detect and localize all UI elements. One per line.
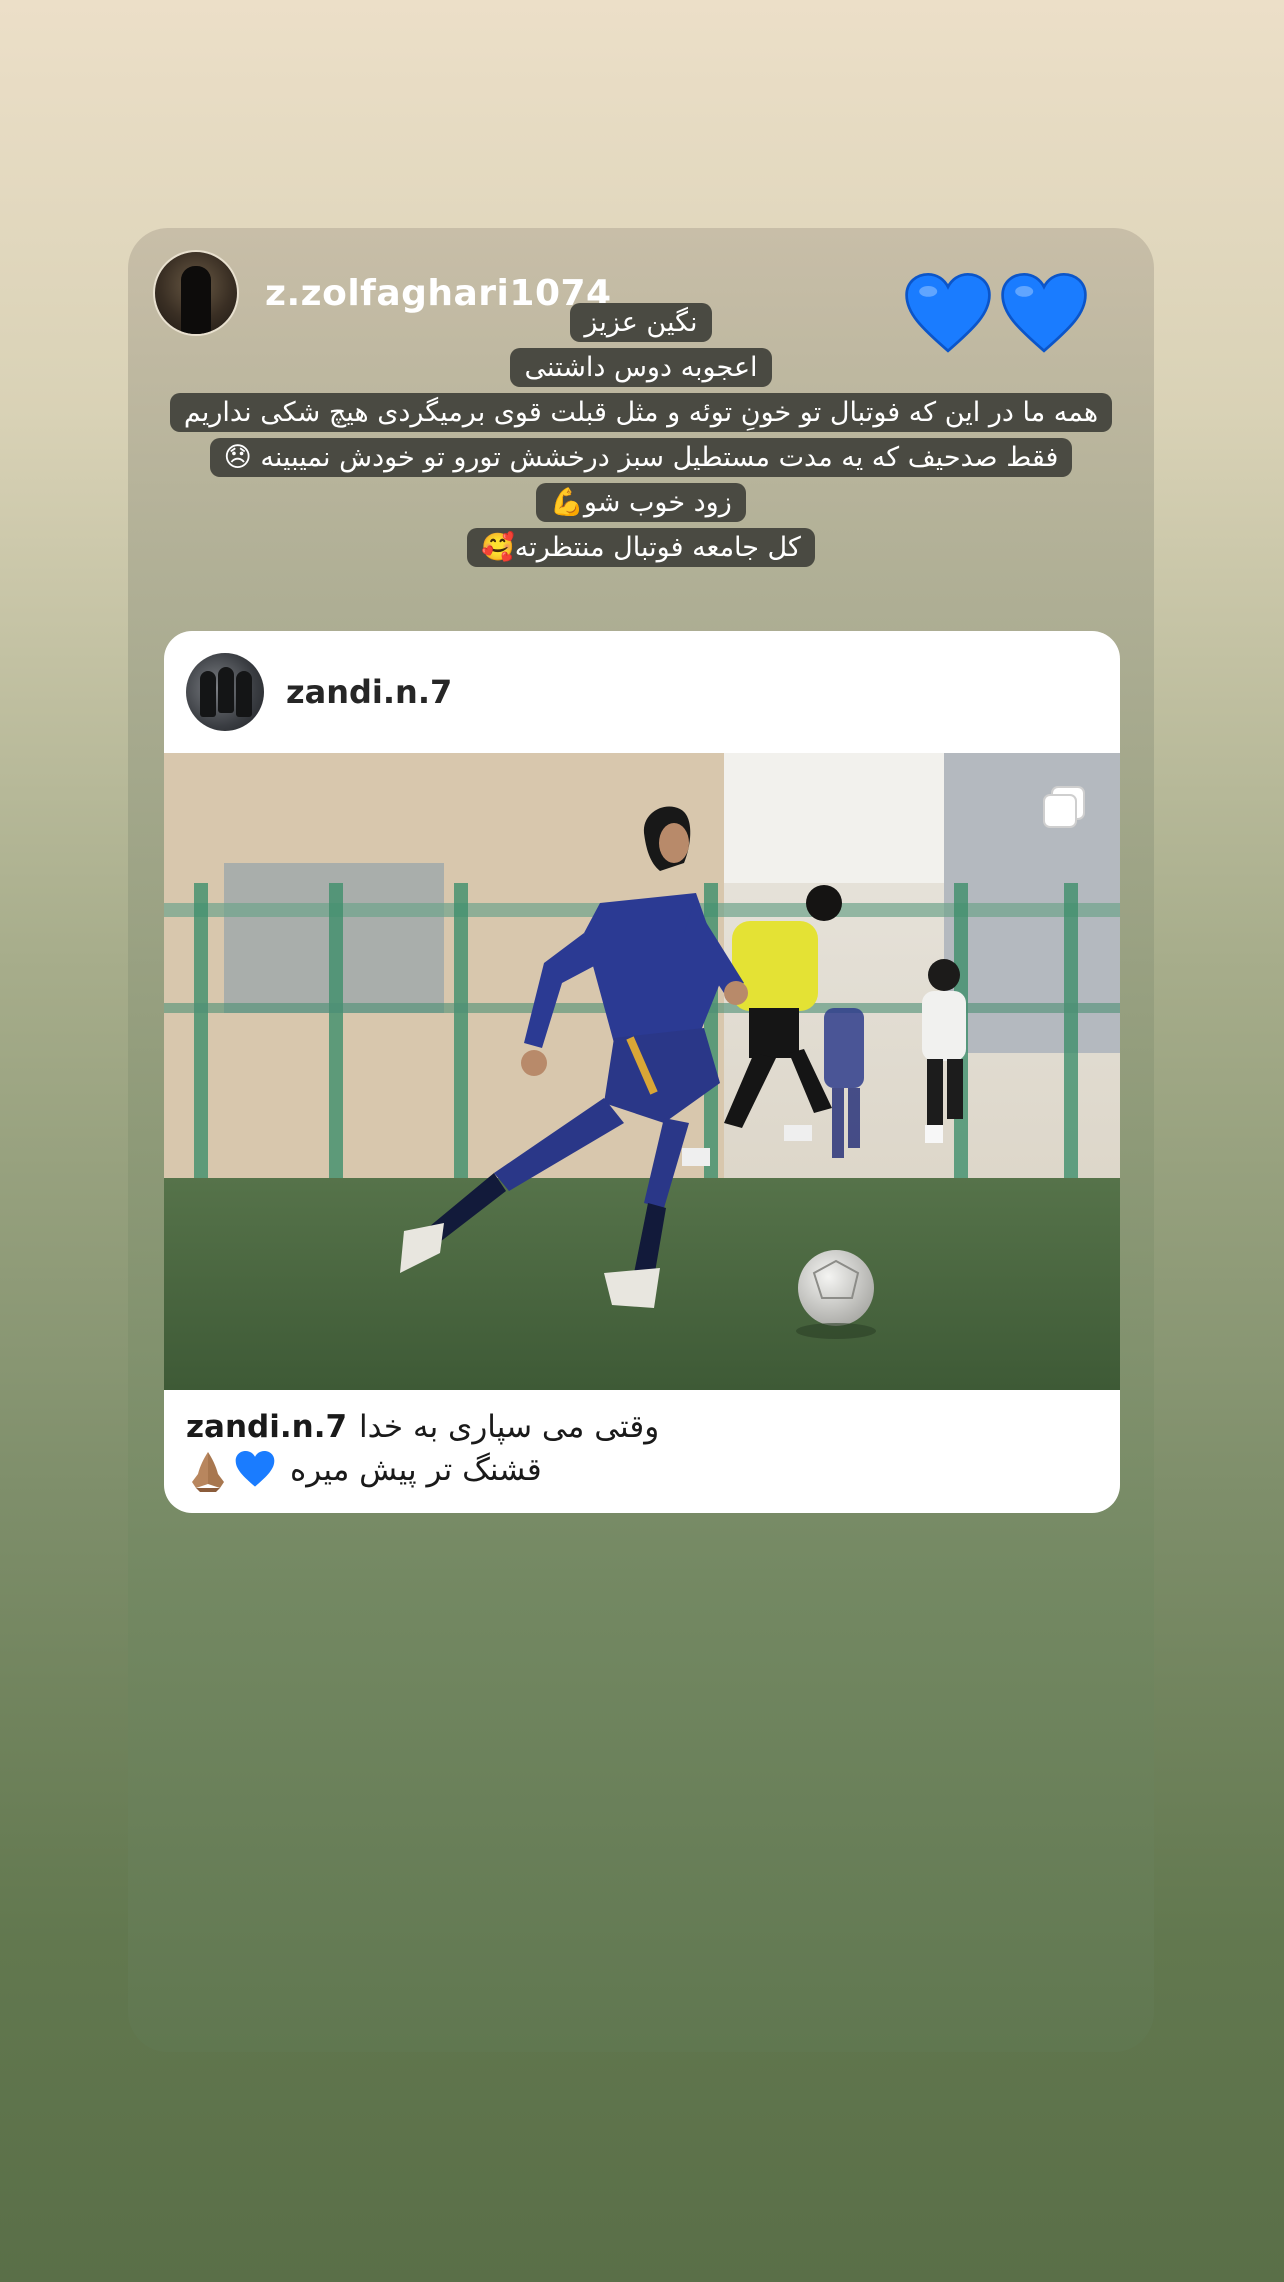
football-photo [164, 753, 1120, 1390]
story-card: z.zolfaghari1074 نگین عزیز اعجوبه دوس دا… [128, 228, 1154, 2052]
caption-line: نگین عزیز [570, 303, 712, 342]
caption-line: فقط صدحیف که یه مدت مستطیل سبز درخشش تور… [209, 438, 1073, 477]
post-avatar[interactable] [186, 653, 264, 731]
caption-username[interactable]: zandi.n.7 [186, 1406, 347, 1448]
post-username[interactable]: zandi.n.7 [286, 673, 452, 711]
caption-emojis [186, 1448, 276, 1492]
caption-line: همه ما در این که فوتبال تو خونِ توئه و م… [169, 393, 1113, 432]
post-header: zandi.n.7 [164, 631, 1120, 753]
post-photo[interactable] [164, 753, 1120, 1390]
pray-emoji-icon [192, 1452, 224, 1492]
caption-line: اعجوبه دوس داشتنی [510, 348, 772, 387]
caption-text: قشنگ تر پیش میره [290, 1452, 542, 1488]
carousel-icon [1043, 786, 1085, 828]
shared-post-card[interactable]: zandi.n.7 zandi.n.7 وقتی می سپاری به خدا… [164, 631, 1120, 1513]
post-caption: zandi.n.7 وقتی می سپاری به خدا قشنگ تر پ… [186, 1406, 1096, 1492]
blue-heart-icon [235, 1450, 275, 1487]
caption-text: وقتی می سپاری به خدا [359, 1409, 660, 1445]
story-caption: نگین عزیز اعجوبه دوس داشتنی همه ما در ای… [128, 300, 1154, 570]
caption-line: کل جامعه فوتبال منتظرته🥰 [467, 528, 815, 567]
caption-line: زود خوب شو💪 [536, 483, 746, 522]
